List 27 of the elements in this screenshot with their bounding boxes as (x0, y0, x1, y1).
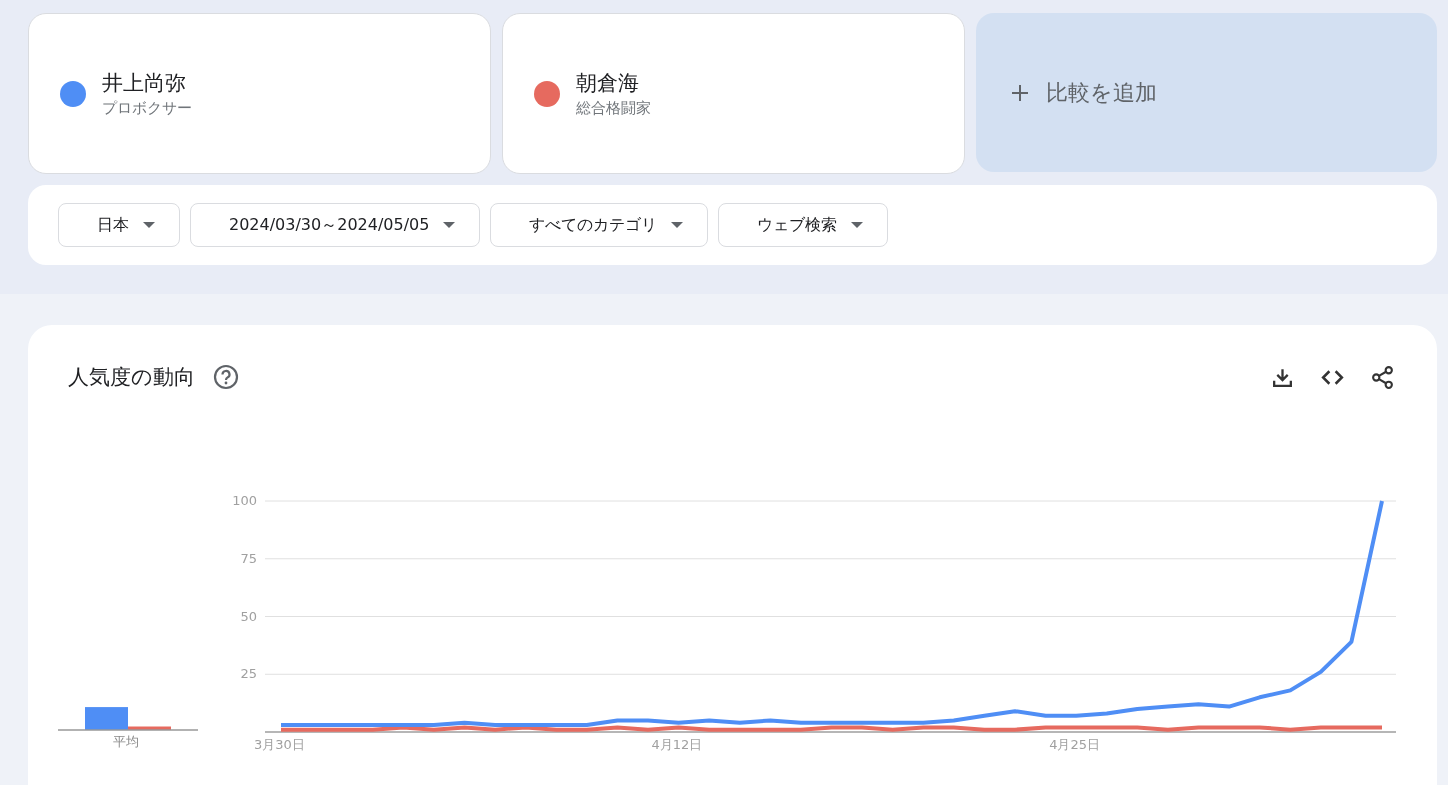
search-term-card[interactable]: 朝倉海 総合格闘家 (502, 13, 965, 174)
caret-icon (143, 222, 155, 228)
share-icon[interactable] (1370, 364, 1395, 390)
y-tick-label: 25 (240, 666, 257, 682)
term-name: 朝倉海 (576, 70, 640, 97)
help-icon[interactable] (213, 364, 239, 390)
term-type: 総合格闘家 (576, 99, 651, 118)
chart-title: 人気度の動向 (68, 364, 195, 391)
filter-dropdown[interactable]: すべてのカテゴリ (490, 203, 709, 247)
filter-dropdown[interactable]: 日本 (58, 203, 180, 247)
x-tick-label: 4月25日 (1049, 737, 1100, 752)
search-term-card[interactable]: 井上尚弥 プロボクサー (28, 13, 491, 174)
term-type: プロボクサー (102, 99, 192, 118)
y-tick-label: 100 (232, 493, 257, 508)
axis-label: 平均 (113, 733, 139, 751)
y-tick-label: 50 (240, 608, 257, 624)
x-tick-label: 3月30日 (254, 737, 305, 752)
plus-icon (1010, 82, 1030, 103)
add-comparison-button[interactable]: 比較を追加 (976, 13, 1437, 172)
term-name: 井上尚弥 (102, 70, 187, 97)
caret-icon (443, 222, 456, 228)
filter-dropdown[interactable]: 2024/03/30～2024/05/05 (190, 203, 481, 247)
y-tick-label: 75 (240, 550, 257, 566)
caret-icon (851, 222, 864, 228)
caret-icon (671, 222, 684, 228)
x-tick-label: 4月12日 (651, 737, 703, 752)
filter-dropdown[interactable]: ウェブ検索 (718, 203, 889, 247)
